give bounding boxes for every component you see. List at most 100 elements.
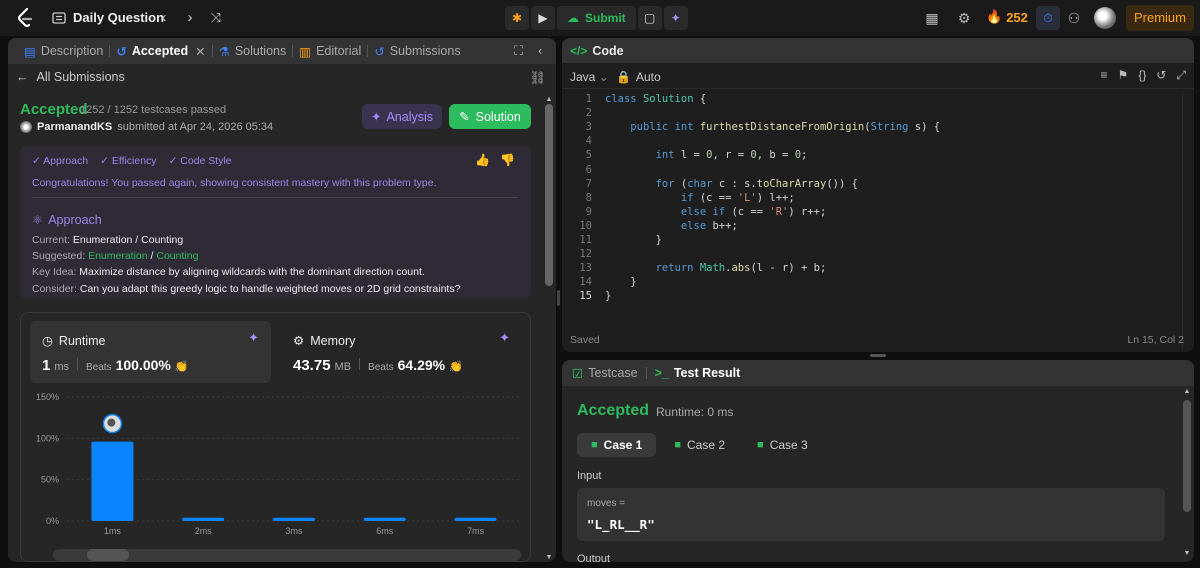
tab-accepted[interactable]: ↺ Accepted ✕ (110, 38, 211, 64)
fullscreen-icon[interactable]: ⤢ (1176, 68, 1186, 83)
x-tick-label: 2ms (195, 526, 213, 536)
premium-button[interactable]: Premium (1126, 5, 1194, 31)
add-user-icon[interactable]: ⚇ (1065, 9, 1083, 27)
close-icon[interactable]: ✕ (195, 44, 205, 59)
scroll-down-icon[interactable]: ▼ (545, 554, 553, 561)
scroll-up-icon[interactable]: ▲ (545, 96, 553, 103)
horizontal-resize-handle[interactable] (870, 354, 886, 357)
sparkle-icon[interactable]: ✦ (499, 330, 510, 346)
scrollbar-thumb[interactable] (1183, 400, 1191, 512)
tab-description[interactable]: ▤ Description (18, 38, 109, 64)
streak-counter[interactable]: 🔥 252 (986, 9, 1028, 25)
tab-editorial[interactable]: ▥ Editorial (293, 38, 367, 64)
code-line[interactable]: 14 } (562, 276, 1182, 290)
code-line[interactable]: 3 public int furthestDistanceFromOrigin(… (562, 121, 1182, 135)
submit-label: Submit (585, 11, 626, 25)
code-line[interactable]: 2 (562, 107, 1182, 121)
code-editor[interactable]: 1 class Solution {2 3 public int furthestD… (562, 93, 1194, 313)
chip-icon: ⚙ (293, 334, 305, 348)
submit-button[interactable]: ☁ Submit (557, 6, 636, 30)
thumbs-up-icon[interactable]: 👍 (475, 153, 490, 167)
editor-scrollbar[interactable] (1182, 93, 1194, 349)
ai-feedback-card: ✓ Approach ✓ Efficiency ✓ Code Style 👍 👎… (20, 146, 531, 298)
memory-card[interactable]: ⚙ Memory ✦ 43.75 MB Beats 64.29% 👏 (281, 321, 522, 383)
tab-test-result[interactable]: >_ Test Result (655, 366, 741, 380)
code-line[interactable]: 11 } (562, 234, 1182, 248)
code-line[interactable]: 1 class Solution { (562, 93, 1182, 107)
prev-question-icon[interactable]: ‹ (156, 10, 172, 26)
chart-bar[interactable] (91, 441, 134, 521)
reset-icon[interactable]: ↺ (1156, 68, 1166, 83)
runtime-card[interactable]: ◷ Runtime ✦ 1 ms Beats 100.00% 👏 (30, 321, 271, 383)
sparkle-icon: ✦ (370, 110, 382, 124)
gear-icon[interactable]: ⚙ (955, 9, 973, 27)
daily-question-title[interactable]: Daily Question (73, 10, 164, 25)
avatar[interactable] (20, 121, 32, 133)
code-line[interactable]: 9 else if (c == 'R') r++; (562, 206, 1182, 220)
avatar[interactable] (1094, 7, 1116, 29)
maximize-icon[interactable]: ⛶ (514, 43, 523, 59)
leetcode-logo-icon[interactable] (16, 8, 34, 28)
scroll-down-icon[interactable]: ▼ (1183, 550, 1191, 557)
thumbs-down-icon[interactable]: 👎 (500, 153, 515, 167)
editor-status-bar: Saved Ln 15, Col 2 (562, 332, 1194, 352)
collapse-icon[interactable]: ‹ (538, 43, 542, 58)
code-line[interactable]: 7 for (char c : s.toCharArray()) { (562, 178, 1182, 192)
chart-bar[interactable] (182, 517, 225, 521)
cursor-position: Ln 15, Col 2 (1127, 334, 1184, 346)
scroll-up-icon[interactable]: ▲ (1183, 388, 1191, 395)
case-tab-1[interactable]: ■ Case 1 (577, 433, 657, 457)
next-question-icon[interactable]: › (182, 10, 198, 26)
all-submissions-link[interactable]: ← All Submissions (16, 70, 125, 84)
code-line[interactable]: 6 (562, 164, 1182, 178)
tab-submissions[interactable]: ↺ Submissions (368, 38, 466, 64)
book-icon: ▥ (299, 44, 312, 59)
code-line[interactable]: 5 int l = 0, r = 0, b = 0; (562, 149, 1182, 163)
chart-bar[interactable] (454, 517, 497, 521)
approach-heading: ⚛ Approach (32, 212, 102, 228)
case-tab-3[interactable]: ■ Case 3 (743, 433, 822, 457)
input-var-value: "L_RL__R" (587, 517, 655, 532)
layout-grid-icon[interactable]: ▦ (923, 9, 941, 27)
bookmark-icon[interactable]: ⚑ (1118, 68, 1129, 83)
case-tab-2[interactable]: ■ Case 2 (660, 433, 739, 457)
code-line[interactable]: 8 if (c == 'L') l++; (562, 192, 1182, 206)
ai-button[interactable]: ✦ (663, 6, 688, 30)
left-scrollbar[interactable]: ▲ ▼ (545, 96, 553, 562)
timer-button[interactable]: ⏱ (1036, 6, 1060, 30)
braces-icon[interactable]: {} (1138, 68, 1146, 83)
chart-bar[interactable] (363, 517, 406, 521)
runtime-title: ◷ Runtime (42, 333, 106, 349)
code-line[interactable]: 4 (562, 135, 1182, 149)
chart-scrollbar[interactable] (53, 549, 521, 561)
format-icon[interactable]: ≡ (1101, 68, 1108, 83)
chart-bar[interactable] (273, 517, 315, 521)
analysis-button[interactable]: ✦ Analysis (362, 104, 442, 129)
debug-button[interactable]: ✱ (505, 6, 529, 30)
problem-list-icon[interactable] (52, 11, 66, 25)
suggested-tag[interactable]: Enumeration (88, 250, 148, 262)
test-scrollbar[interactable]: ▲ ▼ (1180, 386, 1194, 562)
shuffle-icon[interactable]: ⤨ (208, 10, 224, 26)
code-line[interactable]: 10 else b++; (562, 220, 1182, 234)
notes-button[interactable]: ▢ (637, 6, 662, 30)
suggested-tag[interactable]: Counting (156, 250, 198, 262)
y-tick-label: 0% (46, 516, 59, 526)
sparkle-icon[interactable]: ✦ (248, 330, 259, 346)
code-line[interactable]: 15} (562, 290, 1182, 304)
auto-mode[interactable]: 🔒 Auto (616, 70, 661, 84)
arrow-left-icon: ← (16, 70, 29, 84)
link-icon[interactable]: ⛓ (529, 70, 546, 86)
run-button[interactable]: ▶ (531, 6, 555, 30)
code-line[interactable]: 12 (562, 248, 1182, 262)
tab-solutions[interactable]: ⚗ Solutions (213, 38, 293, 64)
solution-button[interactable]: ✎ Solution (449, 104, 531, 129)
line-number: 4 (585, 135, 592, 148)
scrollbar-thumb[interactable] (87, 549, 129, 561)
tab-testcase[interactable]: ☑ Testcase (572, 366, 638, 381)
vertical-resize-handle[interactable] (557, 290, 560, 306)
username[interactable]: ParmanandKS (37, 121, 112, 133)
scrollbar-thumb[interactable] (545, 104, 553, 286)
language-select[interactable]: Java ⌄ (570, 70, 609, 84)
code-line[interactable]: 13 return Math.abs(l - r) + b; (562, 262, 1182, 276)
